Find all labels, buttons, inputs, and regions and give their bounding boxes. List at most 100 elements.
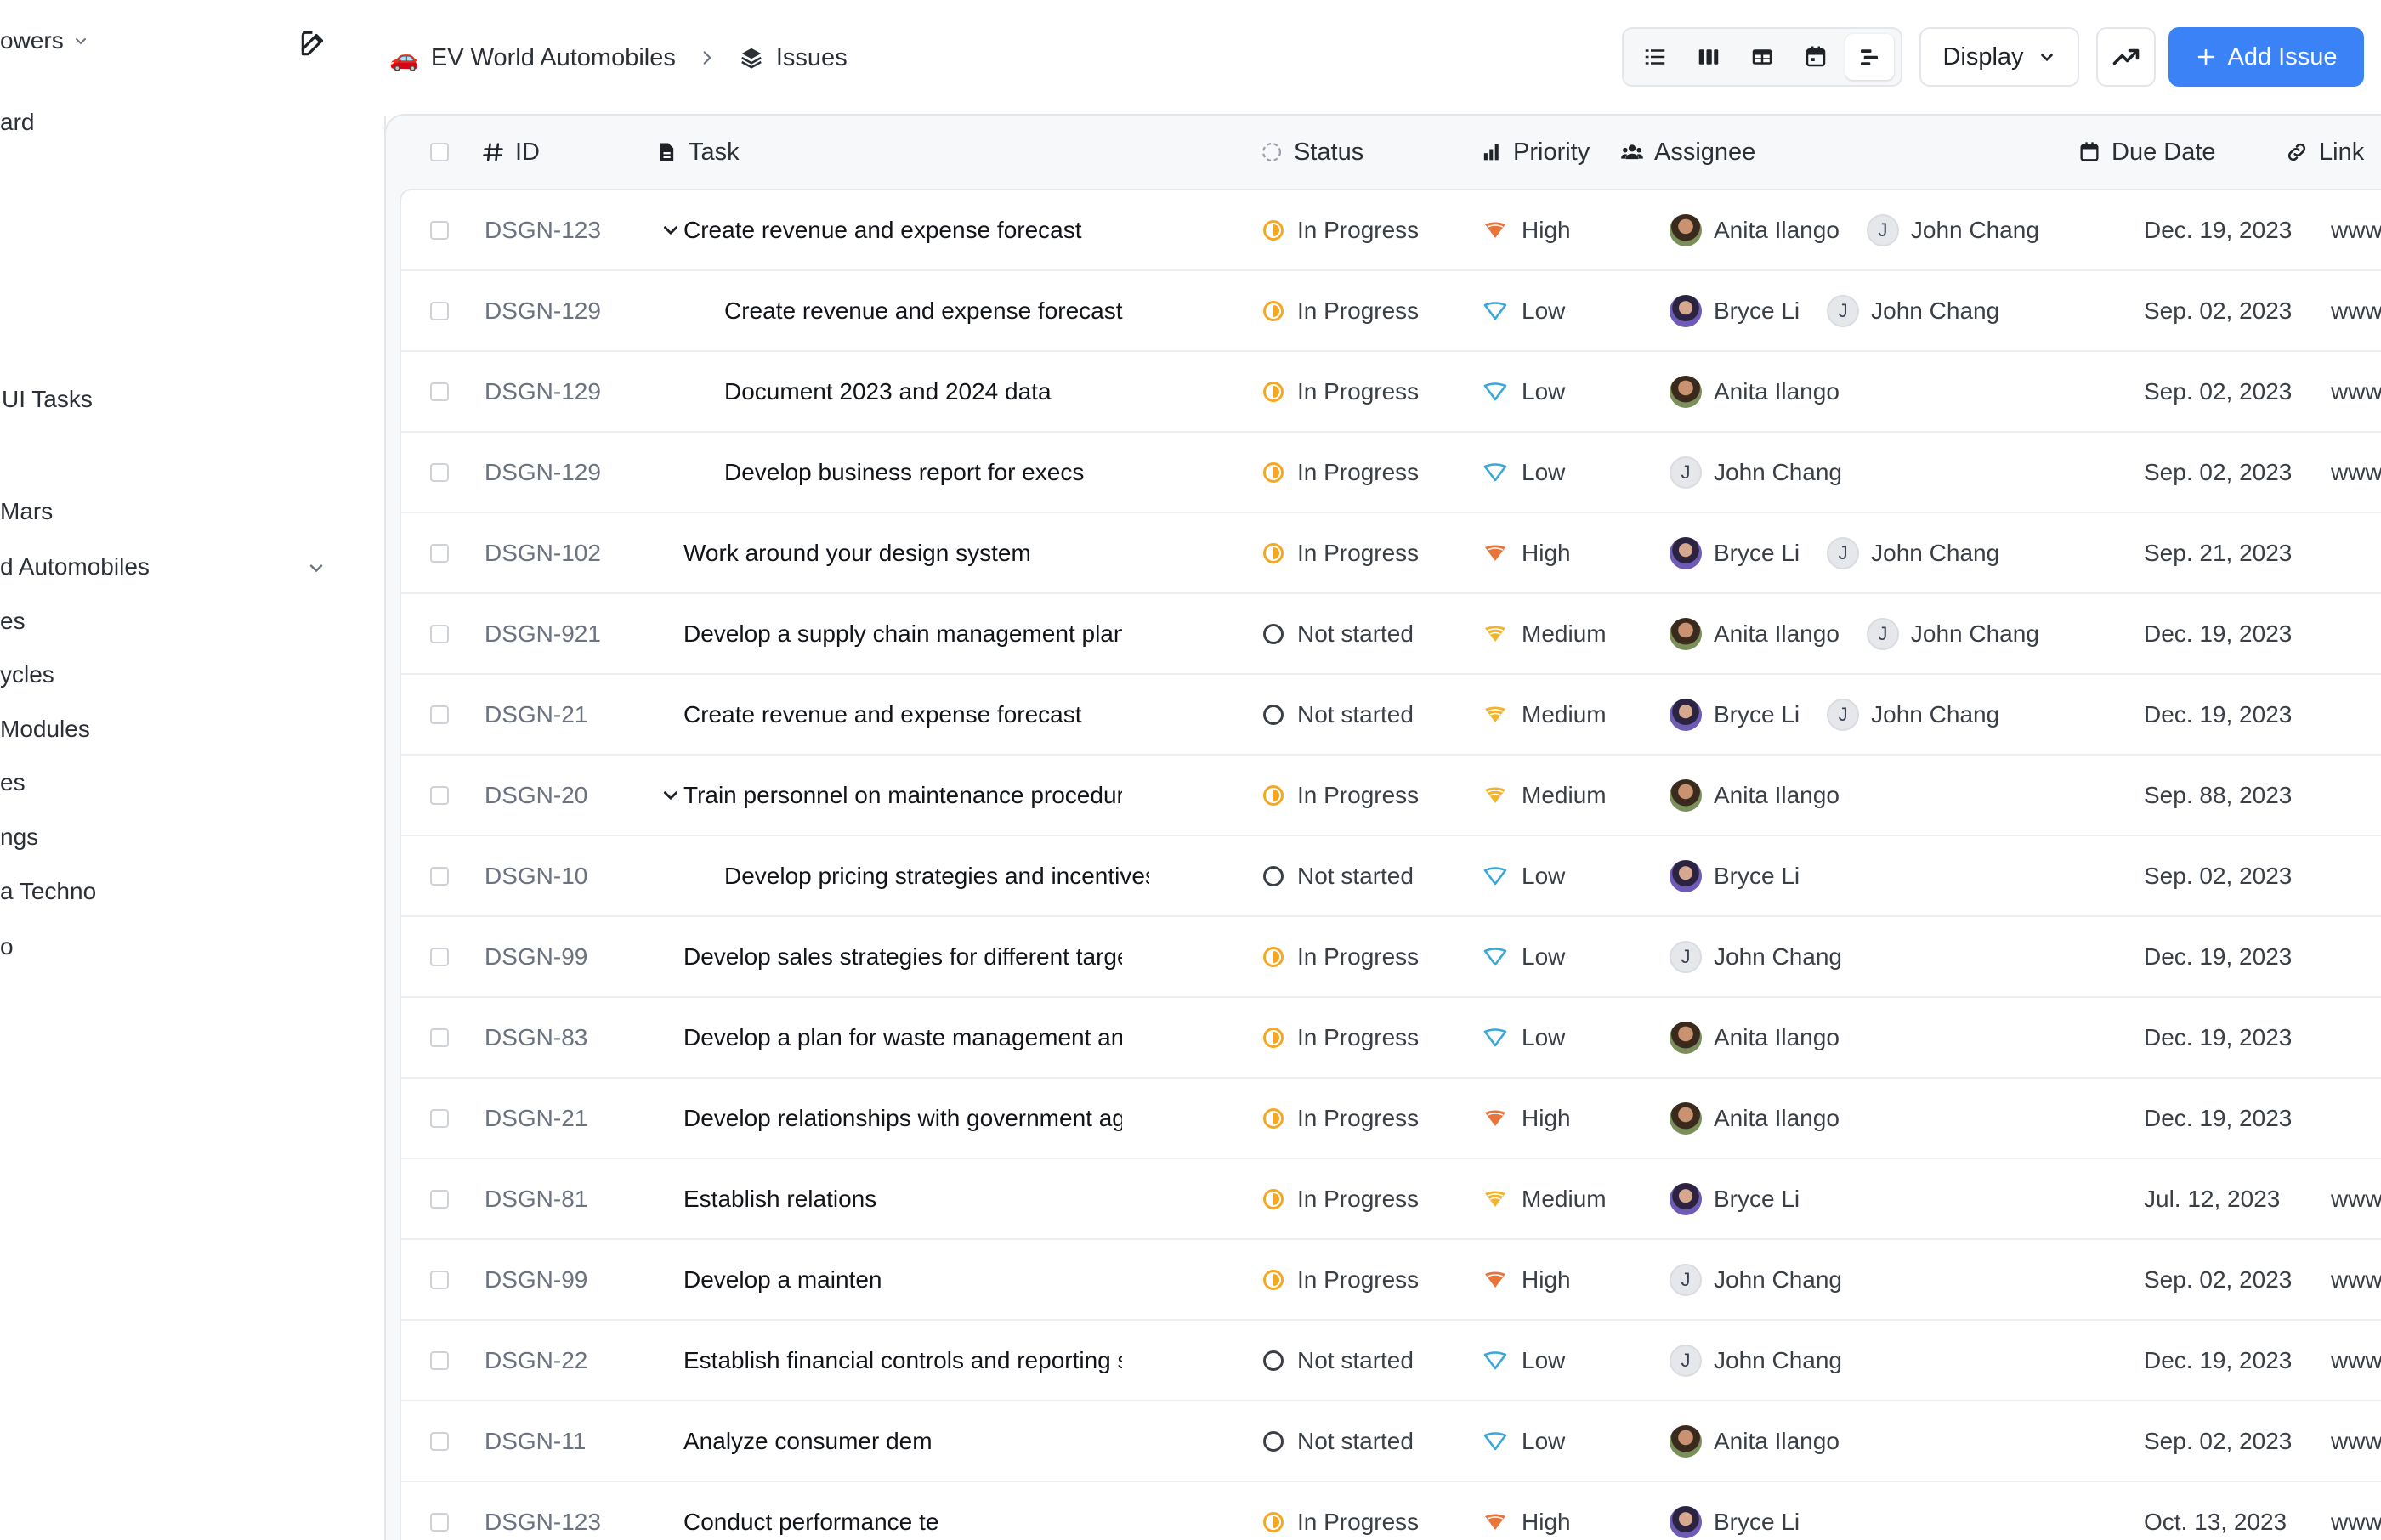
table-row[interactable]: DSGN-22 Establish financial controls and … [401,1321,2381,1401]
priority-cell[interactable]: Low [1482,433,1565,512]
task-title[interactable]: Establish financial controls and reporti… [683,1321,1122,1400]
due-date[interactable]: Dec. 19, 2023 [2144,594,2292,673]
table-row[interactable]: DSGN-99 Develop sales strategies for diff… [401,917,2381,998]
issue-id[interactable]: DSGN-99 [485,917,587,996]
task-title[interactable]: Develop a supply chain management plan [683,594,1122,673]
due-date[interactable]: Sep. 02, 2023 [2144,433,2292,512]
priority-cell[interactable]: High [1482,1079,1571,1158]
due-date[interactable]: Sep. 21, 2023 [2144,513,2292,592]
table-row[interactable]: DSGN-21 Create revenue and expense foreca… [401,675,2381,756]
assignee-cell[interactable]: Bryce Li [1670,836,1800,915]
issue-id[interactable]: DSGN-129 [485,271,601,350]
issue-id[interactable]: DSGN-83 [485,998,587,1077]
column-header-link[interactable]: Link [2285,116,2364,189]
compose-icon[interactable] [298,27,330,59]
row-checkbox[interactable] [430,998,449,1077]
due-date[interactable]: Dec. 19, 2023 [2144,1079,2292,1158]
due-date[interactable]: Sep. 02, 2023 [2144,836,2292,915]
link-cell[interactable]: www [2331,1401,2381,1481]
status-cell[interactable]: Not started [1261,594,1414,673]
due-date[interactable]: Sep. 02, 2023 [2144,1240,2292,1319]
assignee-cell[interactable]: J John Chang [1670,1240,1842,1319]
due-date[interactable]: Sep. 02, 2023 [2144,1401,2292,1481]
row-checkbox[interactable] [430,1321,449,1400]
column-header-priority[interactable]: Priority [1479,116,1590,189]
status-cell[interactable]: In Progress [1261,352,1419,431]
status-cell[interactable]: In Progress [1261,1159,1419,1238]
status-cell[interactable]: In Progress [1261,917,1419,996]
task-title[interactable]: Work around your design system [683,513,1122,592]
status-cell[interactable]: In Progress [1261,1079,1419,1158]
analytics-button[interactable] [2096,27,2156,87]
due-date[interactable]: Dec. 19, 2023 [2144,917,2292,996]
display-dropdown[interactable]: Display [1919,27,2079,87]
sidebar-item-more[interactable]: o [0,933,14,960]
table-row[interactable]: DSGN-21 Develop relationships with govern… [401,1079,2381,1159]
table-row[interactable]: DSGN-102 Work around your design system In… [401,513,2381,594]
table-row[interactable]: DSGN-123 Create revenue and expense forec… [401,190,2381,271]
row-checkbox[interactable] [430,513,449,592]
priority-cell[interactable]: Low [1482,352,1565,431]
sidebar-item-issues[interactable]: es [0,608,26,635]
status-cell[interactable]: In Progress [1261,513,1419,592]
assignee-cell[interactable]: Anita Ilango [1670,998,1840,1077]
link-cell[interactable]: www [2331,271,2381,350]
issue-id[interactable]: DSGN-22 [485,1321,587,1400]
row-checkbox[interactable] [430,1079,449,1158]
task-title[interactable]: Document 2023 and 2024 data [724,352,1149,431]
status-cell[interactable]: In Progress [1261,1482,1419,1540]
sidebar-item-techno[interactable]: a Techno [0,878,96,905]
assignee-cell[interactable]: Bryce Li J John Chang [1670,675,1999,754]
task-title[interactable]: Develop a plan for waste management and … [683,998,1122,1077]
assignee-cell[interactable]: Bryce Li J John Chang [1670,513,1999,592]
row-checkbox[interactable] [430,917,449,996]
row-checkbox[interactable] [430,433,449,512]
due-date[interactable]: Dec. 19, 2023 [2144,998,2292,1077]
due-date[interactable]: Sep. 02, 2023 [2144,271,2292,350]
issue-id[interactable]: DSGN-21 [485,675,587,754]
status-cell[interactable]: Not started [1261,836,1414,915]
assignee-cell[interactable]: Anita Ilango [1670,756,1840,835]
table-row[interactable]: DSGN-99 Develop a mainten In Progress High J… [401,1240,2381,1321]
assignee-cell[interactable]: Anita Ilango J John Chang [1670,594,2039,673]
issue-id[interactable]: DSGN-129 [485,433,601,512]
status-cell[interactable]: In Progress [1261,1240,1419,1319]
row-checkbox[interactable] [430,756,449,835]
row-checkbox[interactable] [430,1482,449,1540]
table-row[interactable]: DSGN-10 Develop pricing strategies and in… [401,836,2381,917]
due-date[interactable]: Dec. 19, 2023 [2144,190,2292,269]
assignee-cell[interactable]: J John Chang [1670,433,1842,512]
expand-chevron-icon[interactable] [661,221,680,240]
column-header-id[interactable]: ID [481,116,540,189]
priority-cell[interactable]: Low [1482,1401,1565,1481]
issue-id[interactable]: DSGN-20 [485,756,587,835]
task-title[interactable]: Develop relationships with government ag… [683,1079,1122,1158]
task-title[interactable]: Conduct performance te [683,1482,1122,1540]
breadcrumb-page[interactable]: Issues [776,44,848,72]
due-date[interactable]: Oct. 13, 2023 [2144,1482,2287,1540]
issue-id[interactable]: DSGN-123 [485,190,601,269]
due-date[interactable]: Dec. 19, 2023 [2144,1321,2292,1400]
link-cell[interactable]: www [2331,1240,2381,1319]
priority-cell[interactable]: High [1482,1482,1571,1540]
table-row[interactable]: DSGN-921 Develop a supply chain managemen… [401,594,2381,675]
assignee-cell[interactable]: Bryce Li J John Chang [1670,271,1999,350]
row-checkbox[interactable] [430,1401,449,1481]
task-title[interactable]: Develop pricing strategies and incentive… [724,836,1149,915]
issue-id[interactable]: DSGN-123 [485,1482,601,1540]
row-checkbox[interactable] [430,594,449,673]
task-title[interactable]: Develop sales strategies for different t… [683,917,1122,996]
assignee-cell[interactable]: J John Chang [1670,1321,1842,1400]
add-issue-button[interactable]: Add Issue [2168,27,2364,87]
row-checkbox[interactable] [430,836,449,915]
task-title[interactable]: Create revenue and expense forecast [683,675,1122,754]
assignee-cell[interactable]: Bryce Li [1670,1159,1800,1238]
issue-id[interactable]: DSGN-21 [485,1079,587,1158]
task-title[interactable]: Analyze consumer dem [683,1401,1122,1481]
spreadsheet-view-button[interactable] [1738,34,1786,80]
task-title[interactable]: Develop business report for execs [724,433,1149,512]
priority-cell[interactable]: Medium [1482,756,1607,835]
table-row[interactable]: DSGN-123 Conduct performance te In Progres… [401,1482,2381,1540]
column-header-assignee[interactable]: Assignee [1620,116,1755,189]
priority-cell[interactable]: Low [1482,998,1565,1077]
